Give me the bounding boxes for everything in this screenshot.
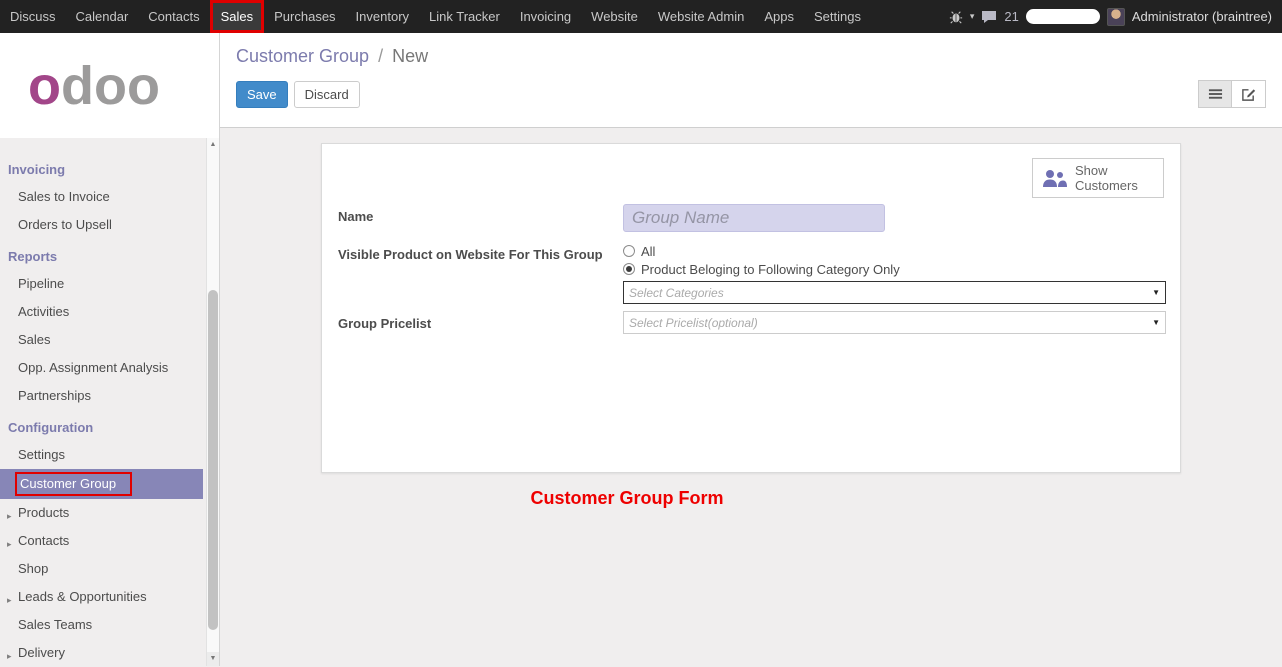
pricelist-placeholder: Select Pricelist(optional): [629, 316, 758, 330]
expand-arrow-icon: ▸: [7, 508, 12, 524]
sidebar-item-customer-group[interactable]: Customer Group: [0, 469, 203, 499]
annotation-caption: Customer Group Form: [530, 488, 723, 509]
user-avatar[interactable]: [1107, 8, 1125, 26]
form-sheet: Show Customers Name Visible Product on W…: [321, 143, 1181, 473]
sidebar-item-label: Products: [18, 505, 69, 520]
logo-letters: doo: [61, 56, 160, 116]
caret-down-icon[interactable]: ▾: [970, 11, 975, 22]
bug-icon[interactable]: [949, 10, 963, 24]
sidebar-item-contacts[interactable]: ▸ Contacts: [0, 527, 219, 555]
form-edit-icon: [1241, 87, 1256, 102]
sidebar-item-orders-to-upsell[interactable]: Orders to Upsell: [0, 211, 219, 239]
topbar-item-contacts[interactable]: Contacts: [138, 0, 209, 33]
sidebar-item-label: Leads & Opportunities: [18, 589, 147, 604]
sidebar-item-settings[interactable]: Settings: [0, 441, 219, 469]
radio-unselected-icon[interactable]: [623, 245, 635, 257]
app-window: Discuss Calendar Contacts Sales Purchase…: [0, 0, 1282, 666]
sidebar-section-reports: Reports: [0, 243, 219, 270]
sidebar-item-label: Delivery: [18, 645, 65, 660]
breadcrumb-current: New: [392, 46, 428, 66]
sidebar-section-configuration: Configuration: [0, 414, 219, 441]
scrollbar-thumb[interactable]: [208, 290, 218, 630]
radio-category-label: Product Beloging to Following Category O…: [641, 262, 900, 277]
categories-select[interactable]: Select Categories ▼: [623, 281, 1166, 304]
expand-arrow-icon: ▸: [7, 592, 12, 608]
main-area: odoo Invoicing Sales to Invoice Orders t…: [0, 33, 1282, 666]
dropdown-caret-icon: ▼: [1152, 318, 1160, 327]
logo-area: odoo: [0, 33, 219, 138]
sidebar-item-delivery[interactable]: ▸ Delivery: [0, 639, 219, 667]
user-menu[interactable]: Administrator (braintree): [1132, 9, 1272, 24]
topbar-item-sales[interactable]: Sales: [210, 0, 265, 33]
breadcrumb-separator: /: [378, 46, 383, 66]
list-view-icon: [1208, 88, 1223, 100]
sidebar-item-leads-opportunities[interactable]: ▸ Leads & Opportunities: [0, 583, 219, 611]
sidebar-menu: Invoicing Sales to Invoice Orders to Ups…: [0, 138, 219, 667]
odoo-logo: odoo: [28, 59, 160, 113]
topbar-item-website-admin[interactable]: Website Admin: [648, 0, 754, 33]
topbar-item-website[interactable]: Website: [581, 0, 648, 33]
radio-option-all[interactable]: All: [623, 242, 1164, 260]
save-button[interactable]: Save: [236, 81, 288, 108]
chat-icon[interactable]: [981, 10, 997, 24]
form-view-button[interactable]: [1232, 80, 1266, 108]
discard-button[interactable]: Discard: [294, 81, 360, 108]
annotation-box: Customer Group: [15, 472, 132, 496]
content: Customer Group / New Save Discard: [220, 33, 1282, 666]
sidebar-item-sales[interactable]: Sales: [0, 326, 219, 354]
scroll-down-arrow[interactable]: ▼: [207, 652, 219, 666]
topbar-item-calendar[interactable]: Calendar: [66, 0, 139, 33]
people-icon: [1041, 168, 1067, 188]
scroll-up-arrow[interactable]: ▲: [207, 138, 219, 152]
sidebar-item-partnerships[interactable]: Partnerships: [0, 382, 219, 410]
view-switcher: [1198, 80, 1266, 108]
radio-selected-icon[interactable]: [623, 263, 635, 275]
topbar: Discuss Calendar Contacts Sales Purchase…: [0, 0, 1282, 33]
topbar-pill-widget[interactable]: [1026, 9, 1100, 24]
radio-option-category[interactable]: Product Beloging to Following Category O…: [623, 260, 1164, 278]
list-view-button[interactable]: [1198, 80, 1232, 108]
sidebar-item-sales-teams[interactable]: Sales Teams: [0, 611, 219, 639]
sidebar-item-opp-assignment-analysis[interactable]: Opp. Assignment Analysis: [0, 354, 219, 382]
group-name-input[interactable]: [623, 204, 885, 232]
pricelist-select[interactable]: Select Pricelist(optional) ▼: [623, 311, 1166, 334]
topbar-item-invoicing[interactable]: Invoicing: [510, 0, 581, 33]
sidebar-item-shop[interactable]: Shop: [0, 555, 219, 583]
messages-count: 21: [1004, 9, 1018, 24]
topbar-item-apps[interactable]: Apps: [754, 0, 804, 33]
topbar-item-inventory[interactable]: Inventory: [346, 0, 419, 33]
topbar-item-settings[interactable]: Settings: [804, 0, 871, 33]
topbar-right: ▾ 21 Administrator (braintree): [949, 0, 1282, 33]
sidebar-item-label: Contacts: [18, 533, 69, 548]
topbar-item-discuss[interactable]: Discuss: [0, 0, 66, 33]
show-customers-button[interactable]: Show Customers: [1032, 158, 1164, 198]
pricelist-field-label: Group Pricelist: [338, 311, 623, 334]
topbar-menu: Discuss Calendar Contacts Sales Purchase…: [0, 0, 871, 33]
sidebar-item-products[interactable]: ▸ Products: [0, 499, 219, 527]
dropdown-caret-icon: ▼: [1152, 288, 1160, 297]
sidebar-section-invoicing: Invoicing: [0, 156, 219, 183]
logo-letter-accent: o: [28, 56, 61, 116]
sidebar: odoo Invoicing Sales to Invoice Orders t…: [0, 33, 220, 666]
expand-arrow-icon: ▸: [7, 648, 12, 664]
sidebar-item-activities[interactable]: Activities: [0, 298, 219, 326]
sidebar-scrollbar[interactable]: ▲ ▼: [206, 138, 219, 666]
sidebar-item-sales-to-invoice[interactable]: Sales to Invoice: [0, 183, 219, 211]
content-body: Show Customers Name Visible Product on W…: [220, 128, 1282, 666]
breadcrumb-customer-group[interactable]: Customer Group: [236, 46, 369, 66]
sidebar-item-pipeline[interactable]: Pipeline: [0, 270, 219, 298]
name-field-label: Name: [338, 204, 623, 232]
topbar-item-purchases[interactable]: Purchases: [264, 0, 345, 33]
expand-arrow-icon: ▸: [7, 536, 12, 552]
show-customers-label: Show Customers: [1075, 163, 1155, 193]
visibility-field-label: Visible Product on Website For This Grou…: [338, 242, 623, 304]
breadcrumb: Customer Group / New: [236, 46, 1266, 67]
categories-placeholder: Select Categories: [629, 286, 724, 300]
control-panel: Customer Group / New Save Discard: [220, 33, 1282, 128]
radio-all-label: All: [641, 244, 655, 259]
topbar-item-link-tracker[interactable]: Link Tracker: [419, 0, 510, 33]
